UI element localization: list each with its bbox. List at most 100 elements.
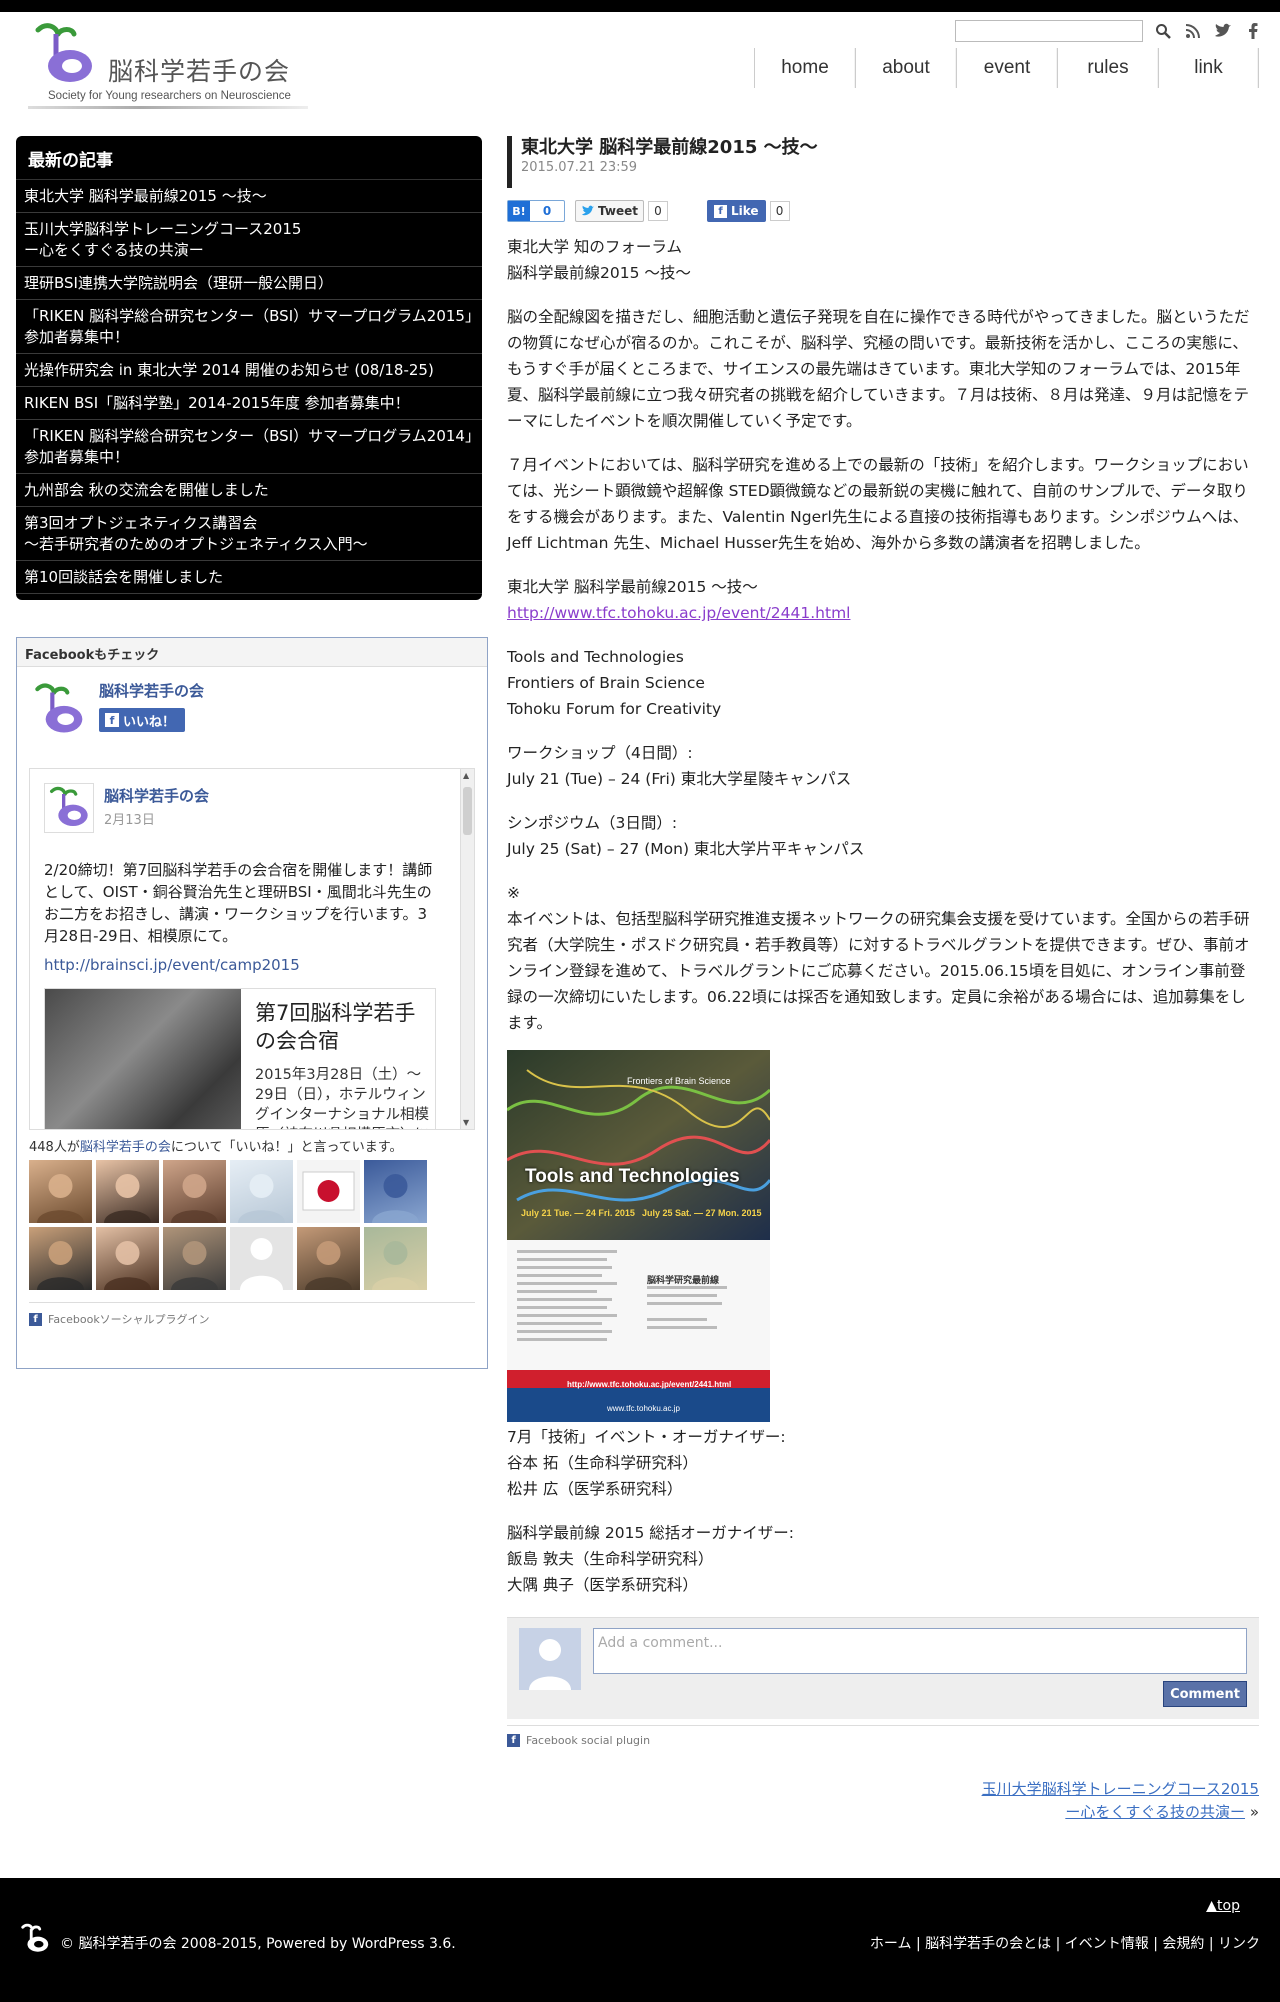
next-post-nav: 玉川大学脳科学トレーニングコース2015 ー心をくすぐる技の共演ー »	[982, 1778, 1259, 1824]
scroll-down-icon[interactable]: ▼	[463, 1118, 469, 1127]
twitter-icon[interactable]	[1212, 20, 1234, 42]
recent-post-link[interactable]: 玉川大学脳科学トレーニングコース2015 ー心をくすぐる技の共演ー	[16, 213, 482, 267]
recent-post-link[interactable]: 光操作研究会 in 東北大学 2014 開催のお知らせ (08/18-25)	[16, 354, 482, 387]
footer-separator: |	[1204, 1936, 1218, 1952]
flyer-jp-title: 脳科学研究最前線	[647, 1276, 720, 1286]
article-paragraph: 脳の全配線図を描きだし、細胞活動と遺伝子発現を自在に操作できる時代がやってきまし…	[507, 308, 1250, 430]
fb-like-button[interactable]: f いいね！	[99, 708, 185, 732]
fb-stream-scrollbar[interactable]: ▲ ▼	[460, 769, 474, 1129]
scroll-up-icon[interactable]: ▲	[463, 771, 469, 780]
fb-post: 脳科学若手の会 2月13日 2/20締切！第7回脳科学若手の会合宿を開催します！…	[44, 783, 454, 1129]
fb-stream[interactable]: 脳科学若手の会 2月13日 2/20締切！第7回脳科学若手の会合宿を開催します！…	[29, 768, 475, 1130]
recent-post-link[interactable]: RIKEN BSI「脳科学塾」2014-2015年度 参加者募集中！	[16, 387, 482, 420]
fan-avatar[interactable]	[297, 1227, 360, 1290]
footer-link[interactable]: ホーム	[870, 1936, 912, 1952]
recent-post-link[interactable]: 第3回オプトジェネティクス講習会 〜若手研究者のためのオプトジェネティクス入門〜	[16, 507, 482, 561]
nav-event[interactable]: event	[956, 48, 1057, 88]
hatena-icon: B!	[508, 201, 530, 221]
article-paragraph: ７月イベントにおいては、脳科学研究を進める上での最新の「技術」を紹介します。ワー…	[507, 456, 1249, 552]
recent-post-link[interactable]: 理研BSI連携大学院説明会（理研一般公開日）	[16, 267, 482, 300]
recent-posts-widget: 最新の記事 東北大学 脳科学最前線2015 〜技〜 玉川大学脳科学トレーニングコー…	[16, 136, 482, 600]
facebook-like-icon: f	[714, 204, 727, 218]
next-post-link-line2[interactable]: ー心をくすぐる技の共演ー	[1065, 1803, 1245, 1821]
fan-avatar[interactable]	[96, 1160, 159, 1223]
footer-separator: |	[1148, 1936, 1163, 1952]
footer-link[interactable]: イベント情報	[1065, 1936, 1149, 1952]
next-post-link-line1[interactable]: 玉川大学脳科学トレーニングコース2015	[982, 1780, 1259, 1798]
nav-rules[interactable]: rules	[1057, 48, 1158, 88]
fan-avatar[interactable]	[29, 1160, 92, 1223]
recent-post-link[interactable]: 九州部会 秋の交流会を開催しました	[16, 474, 482, 507]
logo-underline	[28, 106, 308, 109]
event-url-link[interactable]: http://www.tfc.tohoku.ac.jp/event/2441.h…	[507, 604, 850, 622]
fb-social-plugin-label: f Facebookソーシャルプラグイン	[29, 1302, 475, 1327]
commenter-avatar	[519, 1628, 581, 1690]
fan-avatar[interactable]	[163, 1160, 226, 1223]
plugin-text[interactable]: Facebookソーシャルプラグイン	[48, 1311, 209, 1327]
article-body: 東北大学 知のフォーラム 脳科学最前線2015 〜技〜 脳の全配線図を描きだし、…	[507, 234, 1259, 1598]
comment-input[interactable]: Add a comment...	[593, 1628, 1247, 1674]
attachment-description: 2015年3月28日（土）〜29日（日），ホテルウィングインターナショナル相模原…	[255, 1067, 429, 1129]
search-icon[interactable]	[1152, 20, 1174, 42]
fan-avatar[interactable]	[29, 1227, 92, 1290]
fan-avatar[interactable]	[163, 1227, 226, 1290]
copyright: © 脳科学若手の会 2008-2015, Powered by WordPres…	[60, 1936, 456, 1952]
next-arrow: »	[1249, 1803, 1259, 1821]
search-input[interactable]	[955, 20, 1143, 42]
hatena-bookmark-button[interactable]: B! 0	[507, 200, 565, 222]
plugin-text[interactable]: Facebook social plugin	[526, 1734, 650, 1747]
fans-page-link[interactable]: 脳科学若手の会	[80, 1140, 171, 1155]
article-paragraph: 東北大学 知のフォーラム 脳科学最前線2015 〜技〜	[507, 238, 691, 282]
fb-post-link[interactable]: http://brainsci.jp/event/camp2015	[44, 956, 300, 974]
fb-like-share-button[interactable]: f Like 0	[707, 200, 790, 222]
nav-link[interactable]: link	[1158, 48, 1259, 88]
fb-page-name[interactable]: 脳科学若手の会	[99, 680, 204, 701]
flyer-header: Frontiers of Brain Science	[627, 1076, 731, 1086]
flyer-title: Tools and Technologies	[525, 1166, 740, 1187]
fb-post-attachment[interactable]: 第7回脳科学若手の会合宿 2015年3月28日（土）〜29日（日），ホテルウィン…	[44, 988, 436, 1129]
fan-avatar[interactable]	[297, 1160, 360, 1223]
article-paragraph: シンポジウム（3日間）: July 25 (Sat) – 27 (Mon) 東北…	[507, 814, 865, 858]
footer-link[interactable]: 脳科学若手の会とは	[925, 1936, 1051, 1952]
fan-avatar[interactable]	[96, 1227, 159, 1290]
user-silhouette-icon	[529, 1639, 571, 1690]
fb-post-avatar[interactable]	[44, 783, 94, 833]
fan-avatar[interactable]	[230, 1160, 293, 1223]
flyer-date-workshop: July 21 Tue. — 24 Fri. 2015	[521, 1208, 635, 1218]
article-paragraph: ※ 本イベントは、包括型脳科学研究推進支援ネットワークの研究集会支援を受けていま…	[507, 884, 1250, 1032]
site-logo[interactable]: 脳科学若手の会 Society for Young researchers on…	[28, 22, 318, 109]
event-flyer-image[interactable]: Frontiers of Brain Science Tools and Tec…	[507, 1050, 770, 1422]
fan-avatar[interactable]	[364, 1227, 427, 1290]
attachment-title: 第7回脳科学若手の会合宿	[255, 1001, 416, 1053]
recent-post-link[interactable]: 「RIKEN 脳科学総合研究センター（BSI）サマープログラム2014」参加者募…	[16, 420, 482, 474]
facebook-icon[interactable]	[1242, 20, 1264, 42]
fb-page-info: 脳科学若手の会 f いいね！	[29, 680, 204, 744]
tweet-button[interactable]: Tweet 0	[575, 200, 668, 222]
nav-about[interactable]: about	[855, 48, 956, 88]
recent-post-link[interactable]: 「RIKEN 脳科学総合研究センター（BSI）サマープログラム2015」参加者募…	[16, 300, 482, 354]
fb-page-avatar[interactable]	[29, 680, 89, 740]
site-title: 脳科学若手の会	[108, 57, 291, 86]
footer-link[interactable]: リンク	[1218, 1936, 1260, 1952]
fb-comments-plugin-label: f Facebook social plugin	[507, 1725, 1259, 1747]
footer-logo-icon	[21, 1923, 49, 1952]
comment-button[interactable]: Comment	[1163, 1681, 1247, 1707]
fan-avatar[interactable]	[230, 1227, 293, 1290]
rss-icon[interactable]	[1182, 20, 1204, 42]
recent-post-link[interactable]: 東北大学 脳科学最前線2015 〜技〜	[16, 180, 482, 213]
like-count: 0	[769, 201, 790, 221]
recent-post-link[interactable]: 第10回談話会を開催しました	[16, 561, 482, 594]
footer-link[interactable]: 会規約	[1162, 1936, 1204, 1952]
attachment-photo	[45, 989, 241, 1129]
fb-post-date[interactable]: 2月13日	[104, 809, 155, 828]
fan-avatar[interactable]	[364, 1160, 427, 1223]
fb-post-author[interactable]: 脳科学若手の会	[104, 785, 209, 806]
article-paragraph: Tools and Technologies Frontiers of Brai…	[507, 648, 722, 718]
footer-nav: ホーム | 脳科学若手の会とは | イベント情報 | 会規約 | リンク	[870, 1933, 1260, 1953]
fb-fans-count: 448人が脳科学若手の会について「いいね！」と言っています。	[29, 1136, 403, 1155]
top-bar	[0, 0, 1280, 12]
nav-home[interactable]: home	[754, 48, 855, 88]
scroll-thumb[interactable]	[463, 787, 472, 835]
recent-posts-title: 最新の記事	[28, 151, 113, 171]
back-to-top-link[interactable]: ▲top	[1206, 1898, 1240, 1914]
